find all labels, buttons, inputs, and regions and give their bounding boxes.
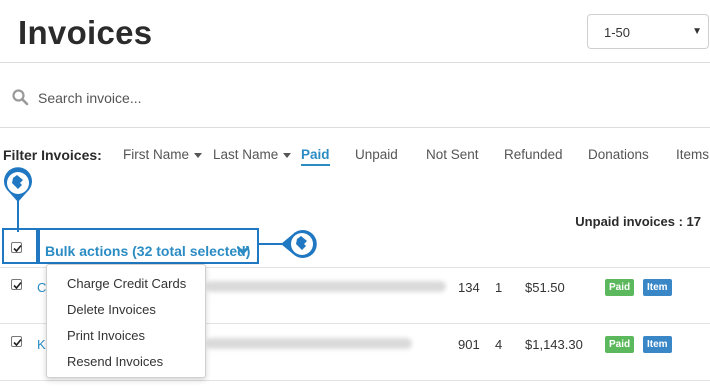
bulk-actions-menu: Charge Credit Cards Delete Invoices Prin…	[46, 264, 206, 378]
status-badge: Paid	[605, 279, 635, 296]
menu-item-delete-invoices[interactable]: Delete Invoices	[67, 302, 156, 317]
check-icon	[13, 244, 22, 253]
filter-unpaid[interactable]: Unpaid	[355, 147, 398, 162]
page-title: Invoices	[18, 14, 153, 51]
filter-last-name[interactable]: Last Name	[213, 147, 292, 162]
caret-down-icon: ▼	[692, 26, 702, 37]
row-amount: $51.50	[525, 280, 565, 295]
filter-paid[interactable]: Paid	[301, 147, 330, 166]
hand-pointer-icon	[4, 167, 32, 232]
check-icon	[13, 281, 22, 290]
check-icon	[13, 338, 22, 347]
row-checkbox[interactable]	[11, 279, 22, 290]
menu-item-charge-credit-cards[interactable]: Charge Credit Cards	[67, 276, 186, 291]
row-name-link[interactable]: K	[37, 337, 46, 352]
caret-down-icon	[283, 152, 292, 158]
chevron-down-icon[interactable]	[237, 246, 249, 255]
status-badge: Paid	[605, 336, 635, 353]
filter-refunded[interactable]: Refunded	[504, 147, 563, 162]
type-badge: Item	[643, 279, 672, 296]
row-checkbox[interactable]	[11, 336, 22, 347]
filter-first-name[interactable]: First Name	[123, 147, 203, 162]
unpaid-invoices-count: Unpaid invoices : 17	[575, 214, 701, 229]
row-name-link[interactable]: C	[37, 280, 46, 295]
menu-item-resend-invoices[interactable]: Resend Invoices	[67, 354, 163, 369]
search-icon	[12, 89, 29, 106]
search-input[interactable]	[38, 88, 438, 108]
redacted-email	[206, 281, 446, 292]
type-badge: Item	[643, 336, 672, 353]
bulk-actions-button[interactable]: Bulk actions (32 total selected)	[45, 243, 250, 259]
row-divider	[0, 380, 710, 381]
divider	[0, 127, 710, 128]
page-range-select[interactable]: 1-50 ▼	[587, 14, 709, 49]
filter-last-name-label: Last Name	[213, 147, 279, 162]
filter-donations[interactable]: Donations	[588, 147, 649, 162]
row-number: 134	[458, 280, 480, 295]
row-qty: 1	[495, 280, 503, 295]
filter-not-sent[interactable]: Not Sent	[426, 147, 479, 162]
caret-down-icon	[194, 152, 203, 158]
row-qty: 4	[495, 337, 503, 352]
row-amount: $1,143.30	[525, 337, 583, 352]
page-range-value: 1-50	[604, 25, 631, 40]
select-all-checkbox[interactable]	[11, 242, 22, 253]
divider	[0, 62, 710, 63]
row-number: 901	[458, 337, 480, 352]
filter-label: Filter Invoices:	[3, 147, 102, 163]
filter-items[interactable]: Items	[676, 147, 709, 162]
hand-pointer-icon	[257, 230, 317, 258]
redacted-email	[206, 338, 412, 349]
filter-first-name-label: First Name	[123, 147, 190, 162]
menu-item-print-invoices[interactable]: Print Invoices	[67, 328, 145, 343]
